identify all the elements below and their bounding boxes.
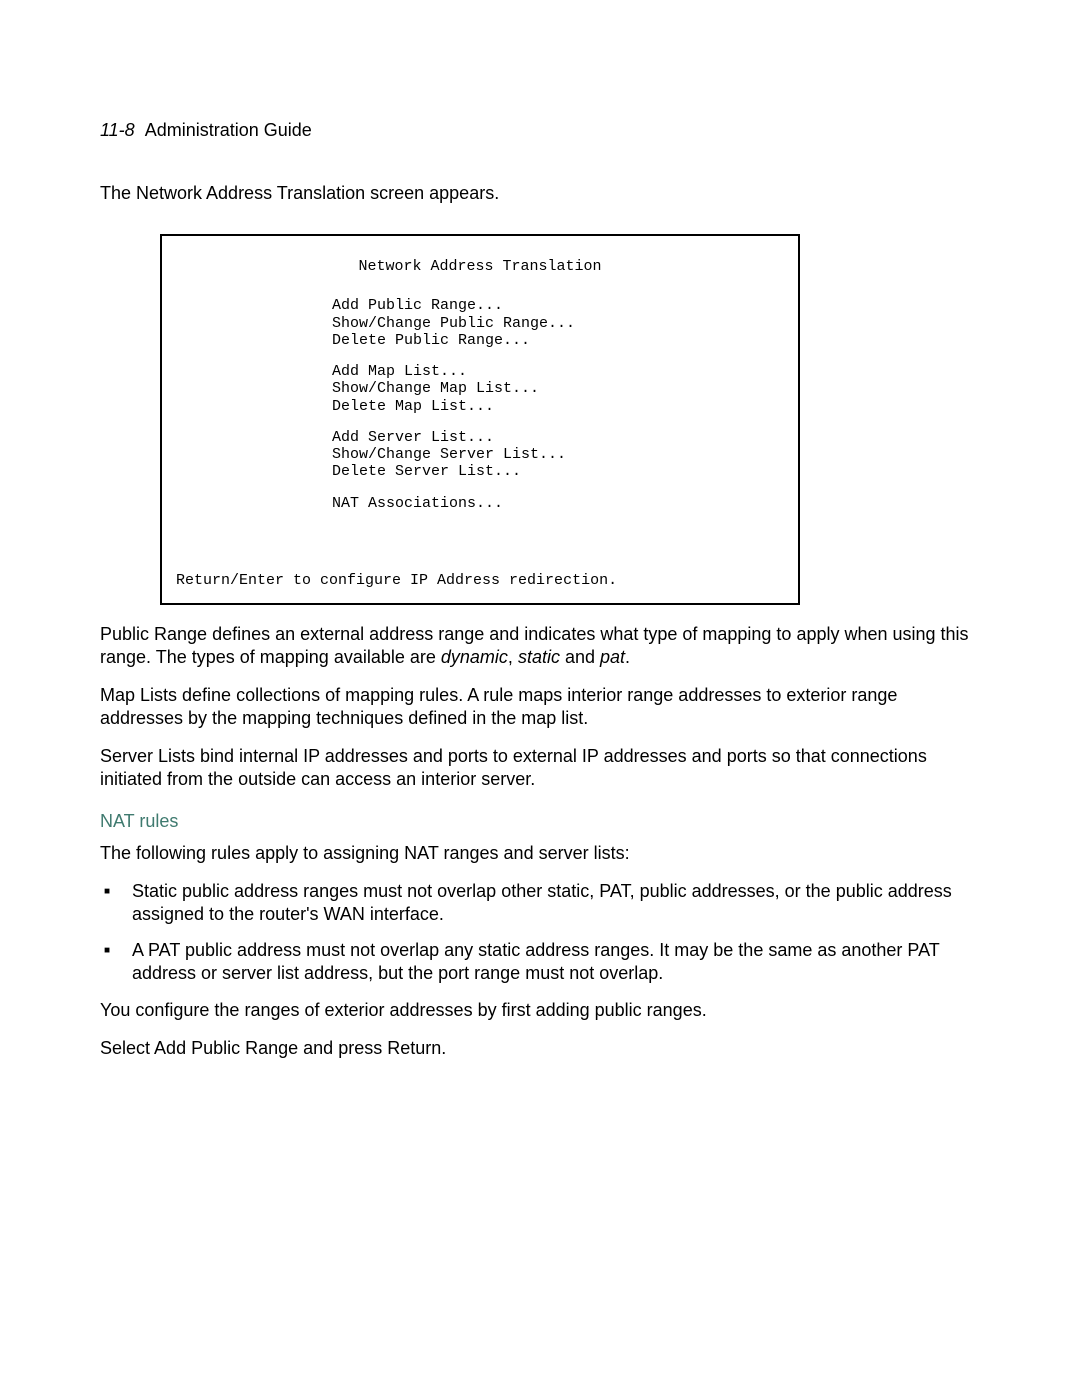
menu-add-public-range: Add Public Range... xyxy=(332,297,788,314)
nat-rules-intro: The following rules apply to assigning N… xyxy=(100,842,985,865)
list-item: Static public address ranges must not ov… xyxy=(100,880,985,927)
terminal-screen: Network Address Translation Add Public R… xyxy=(160,234,800,605)
type-dynamic: dynamic xyxy=(441,647,508,667)
menu-delete-public-range: Delete Public Range... xyxy=(332,332,788,349)
type-static: static xyxy=(518,647,560,667)
select-post: and press Return. xyxy=(298,1038,446,1058)
menu-delete-map-list: Delete Map List... xyxy=(332,398,788,415)
terminal-footer-hint: Return/Enter to configure IP Address red… xyxy=(176,572,788,589)
nat-rules-list: Static public address ranges must not ov… xyxy=(100,880,985,986)
menu-show-change-server-list: Show/Change Server List... xyxy=(332,446,788,463)
select-bold: Add Public Range xyxy=(154,1038,298,1058)
rule-pat: A PAT public address must not overlap an… xyxy=(132,940,939,983)
menu-show-change-public-range: Show/Change Public Range... xyxy=(332,315,788,332)
sep-and: and xyxy=(560,647,600,667)
paragraph-configure-ranges: You conﬁgure the ranges of exterior addr… xyxy=(100,999,985,1022)
sep-comma: , xyxy=(508,647,518,667)
intro-text: The Network Address Translation screen a… xyxy=(100,183,985,204)
menu-show-change-map-list: Show/Change Map List... xyxy=(332,380,788,397)
menu-add-map-list: Add Map List... xyxy=(332,363,788,380)
terminal-group-map-list: Add Map List... Show/Change Map List... … xyxy=(332,363,788,415)
page-number: 11-8 xyxy=(100,120,135,140)
menu-nat-associations: NAT Associations... xyxy=(332,495,788,512)
terminal-group-server-list: Add Server List... Show/Change Server Li… xyxy=(332,429,788,481)
guide-title: Administration Guide xyxy=(145,120,312,140)
paragraph-public-range: Public Range deﬁnes an external address … xyxy=(100,623,985,670)
terminal-group-public-range: Add Public Range... Show/Change Public R… xyxy=(332,297,788,349)
page-header: 11-8 Administration Guide xyxy=(100,120,985,141)
rule-static: Static public address ranges must not ov… xyxy=(132,881,952,924)
type-pat: pat xyxy=(600,647,625,667)
menu-add-server-list: Add Server List... xyxy=(332,429,788,446)
sep-period: . xyxy=(625,647,630,667)
document-page: 11-8 Administration Guide The Network Ad… xyxy=(0,0,1080,1397)
select-pre: Select xyxy=(100,1038,154,1058)
terminal-group-nat-assoc: NAT Associations... xyxy=(332,495,788,512)
heading-nat-rules: NAT rules xyxy=(100,811,985,832)
paragraph-map-lists: Map Lists deﬁne collections of mapping r… xyxy=(100,684,985,731)
paragraph-select-add-public-range: Select Add Public Range and press Return… xyxy=(100,1037,985,1060)
menu-delete-server-list: Delete Server List... xyxy=(332,463,788,480)
terminal-title: Network Address Translation xyxy=(172,258,788,275)
paragraph-server-lists: Server Lists bind internal IP addresses … xyxy=(100,745,985,792)
list-item: A PAT public address must not overlap an… xyxy=(100,939,985,986)
